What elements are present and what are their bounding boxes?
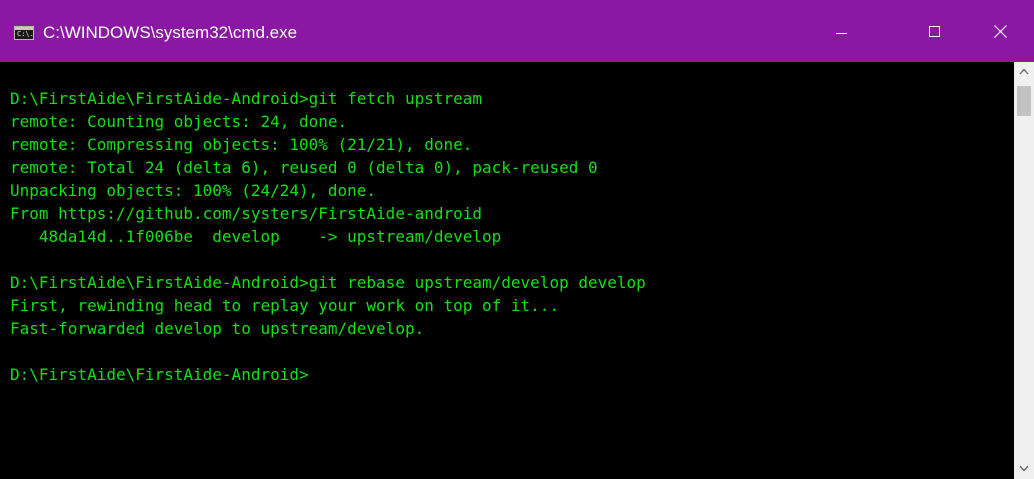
- minimize-icon: [836, 33, 847, 34]
- console-line: D:\FirstAide\FirstAide-Android>git fetch…: [10, 89, 483, 108]
- console-line: remote: Compressing objects: 100% (21/21…: [10, 135, 473, 154]
- window-title: C:\WINDOWS\system32\cmd.exe: [43, 23, 298, 42]
- vertical-scrollbar[interactable]: [1014, 62, 1034, 479]
- console-line: Unpacking objects: 100% (24/24), done.: [10, 181, 377, 200]
- cmd-window: C:\. C:\WINDOWS\system32\cmd.exe D:\Firs…: [0, 0, 1034, 479]
- console-line: remote: Total 24 (delta 6), reused 0 (de…: [10, 158, 598, 177]
- console-line: remote: Counting objects: 24, done.: [10, 112, 348, 131]
- close-icon: [994, 25, 1007, 38]
- console-line: D:\FirstAide\FirstAide-Android>git rebas…: [10, 273, 646, 292]
- console-line: 48da14d..1f006be develop -> upstream/dev…: [10, 227, 502, 246]
- cmd-icon-label: C:\.: [17, 30, 34, 38]
- console-output[interactable]: D:\FirstAide\FirstAide-Android>git fetch…: [0, 62, 1014, 479]
- maximize-button[interactable]: [886, 0, 954, 62]
- console-line: From https://github.com/systers/FirstAid…: [10, 204, 483, 223]
- chevron-up-icon: [1019, 68, 1029, 75]
- minimize-button[interactable]: [806, 0, 874, 62]
- maximize-icon: [929, 26, 940, 37]
- close-button[interactable]: [966, 0, 1034, 62]
- scroll-down-button[interactable]: [1014, 459, 1034, 479]
- console-prompt: D:\FirstAide\FirstAide-Android>: [10, 365, 309, 384]
- console-line: First, rewinding head to replay your wor…: [10, 296, 560, 315]
- console-line: Fast-forwarded develop to upstream/devel…: [10, 319, 425, 338]
- scroll-thumb[interactable]: [1017, 86, 1031, 116]
- scroll-up-button[interactable]: [1014, 62, 1034, 82]
- chevron-down-icon: [1019, 465, 1029, 472]
- title-bar[interactable]: C:\. C:\WINDOWS\system32\cmd.exe: [0, 0, 1034, 62]
- cmd-icon[interactable]: C:\.: [14, 26, 34, 40]
